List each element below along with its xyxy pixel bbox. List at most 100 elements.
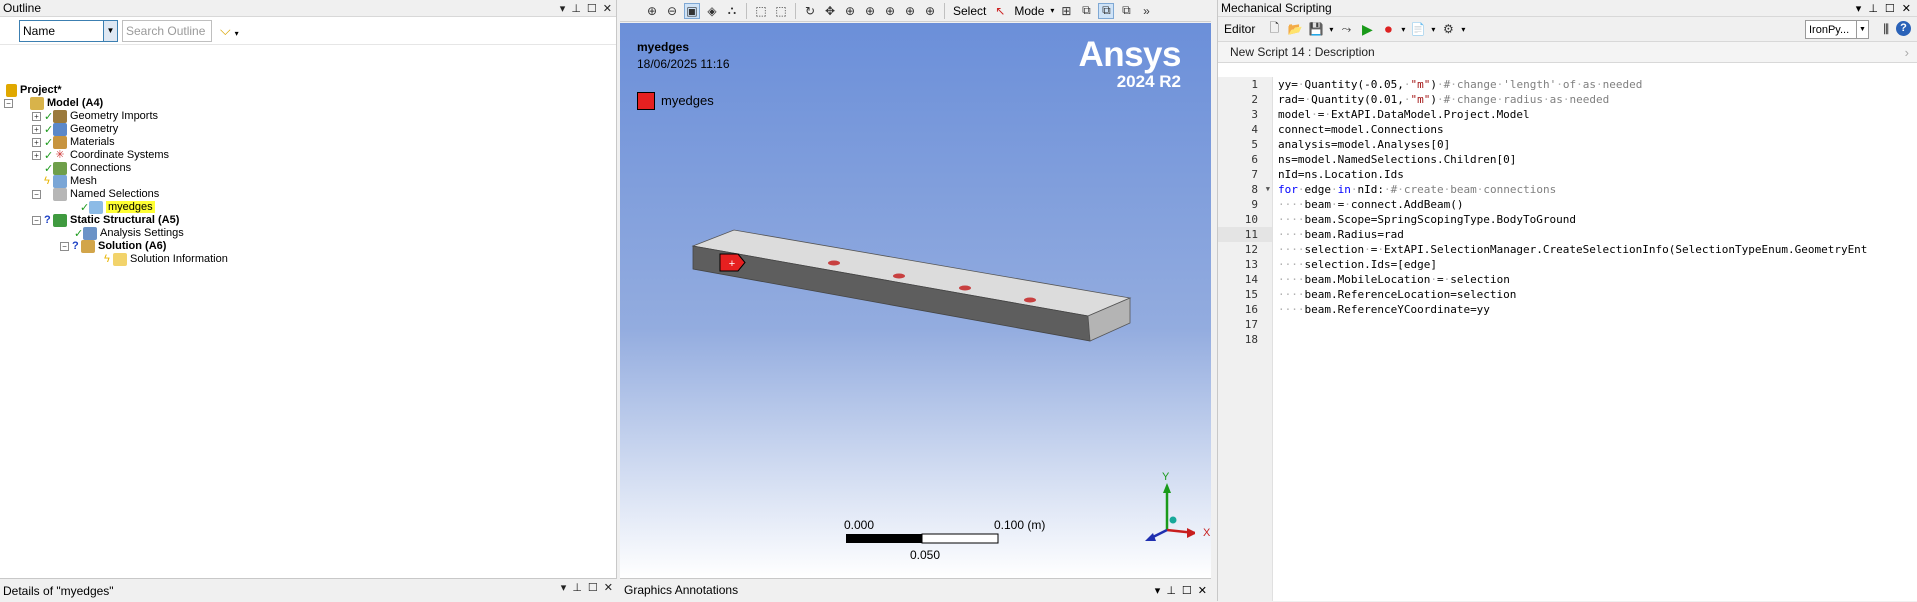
rotate-icon[interactable]: ↻ <box>802 3 818 19</box>
select-body-icon[interactable]: ⧉ <box>1118 3 1134 19</box>
expand-icon[interactable]: + <box>32 150 41 160</box>
zoom-out-icon[interactable]: ⊖ <box>664 3 680 19</box>
close-icon[interactable]: ✕ <box>1198 584 1207 597</box>
run-icon[interactable]: ▶ <box>1359 21 1375 37</box>
zoom-to-fit-icon[interactable]: ⊕ <box>644 3 660 19</box>
tree-item-solution-information[interactable]: ϟ Solution Information <box>104 251 228 267</box>
code-line[interactable]: ····beam·=·connect.AddBeam() <box>1278 197 1917 212</box>
dropdown-icon[interactable]: ▾ <box>560 2 566 15</box>
record-icon[interactable]: ⏺ <box>1380 21 1396 37</box>
chevron-down-icon[interactable]: ▾ <box>1461 25 1465 34</box>
shaded-view-icon[interactable]: ▣ <box>684 2 700 19</box>
maximize-icon[interactable]: ☐ <box>1182 584 1192 597</box>
select-button[interactable]: Select <box>951 4 988 18</box>
name-filter-combo[interactable]: Name ▼ <box>19 19 118 42</box>
run-to-cursor-icon[interactable]: ⤳ <box>1338 21 1354 37</box>
code-line[interactable]: nId=ns.Location.Ids <box>1278 167 1917 182</box>
hole-marker[interactable] <box>828 260 840 266</box>
dropdown-icon[interactable]: ▾ <box>1155 584 1161 597</box>
code-line[interactable]: ····beam.ReferenceLocation=selection <box>1278 287 1917 302</box>
collapse-icon[interactable]: − <box>32 215 41 225</box>
hole-marker[interactable] <box>1024 297 1036 303</box>
column-split-icon[interactable]: ⫼ <box>1883 22 1889 37</box>
expand-icon[interactable]: + <box>32 137 41 147</box>
language-select[interactable]: IronPy... ▼ <box>1805 20 1869 39</box>
code-text[interactable]: yy=·Quantity(-0.05,·"m")·#·change·'lengt… <box>1273 77 1917 601</box>
chevron-down-icon[interactable]: ▾ <box>1050 6 1054 15</box>
pin-icon[interactable]: ⊥ <box>571 2 581 15</box>
pin-icon[interactable]: ⊥ <box>1868 2 1878 15</box>
axis-triad[interactable]: Y X <box>1125 463 1210 556</box>
code-editor[interactable]: 1 2 3 4 5 6 7 8 ▼ 9 10 11 12 13 14 15 16 17 18 yy=·Quantit… <box>1218 77 1917 601</box>
hole-marker[interactable] <box>959 285 971 291</box>
zoom-icon[interactable]: ⊕ <box>842 3 858 19</box>
chevron-down-icon[interactable]: ▾ <box>1329 25 1333 34</box>
code-line[interactable]: ····selection.Ids=[edge] <box>1278 257 1917 272</box>
box-zoom-icon[interactable]: ⬚ <box>773 3 789 19</box>
dropdown-icon[interactable]: ▾ <box>1856 2 1862 15</box>
editor-tab[interactable]: Editor <box>1224 22 1261 36</box>
pin-icon[interactable]: ⊥ <box>572 581 582 594</box>
cursor-icon[interactable]: ↖ <box>992 3 1008 19</box>
zoom-box-icon[interactable]: ⊕ <box>862 3 878 19</box>
code-line[interactable]: ····beam.ReferenceYCoordinate=yy <box>1278 302 1917 317</box>
more-icon[interactable]: » <box>1138 3 1154 19</box>
code-line[interactable]: ····selection·=·ExtAPI.SelectionManager.… <box>1278 242 1917 257</box>
chevron-down-icon[interactable]: ▼ <box>1856 21 1868 38</box>
model-geometry[interactable]: + <box>620 23 1211 578</box>
code-line[interactable]: rad=·Quantity(0.01,·"m")·#·change·radius… <box>1278 92 1917 107</box>
pin-icon[interactable]: ⊥ <box>1166 584 1176 597</box>
debug-icon[interactable]: ⚙ <box>1440 21 1456 37</box>
magnifier-icon[interactable]: ⊕ <box>902 3 918 19</box>
wireframe-icon[interactable]: ◈ <box>704 3 720 19</box>
close-icon[interactable]: ✕ <box>603 2 612 15</box>
collapse-icon[interactable]: − <box>60 241 69 251</box>
script-description-bar[interactable]: New Script 14 : Description › <box>1218 42 1917 63</box>
filter-options-icon[interactable]: ⌵ <box>220 22 231 39</box>
maximize-icon[interactable]: ☐ <box>588 581 598 594</box>
code-line[interactable]: ····beam.MobileLocation·=·selection <box>1278 272 1917 287</box>
close-icon[interactable]: ✕ <box>604 581 613 594</box>
code-line[interactable] <box>1278 317 1917 332</box>
dropdown-icon[interactable]: ▾ <box>561 581 567 594</box>
select-vertex-icon[interactable]: ⊞ <box>1058 3 1074 19</box>
code-line[interactable] <box>1278 332 1917 347</box>
code-line[interactable]: ····beam.Radius=rad <box>1278 227 1917 242</box>
search-outline-input[interactable]: Search Outline <box>122 19 212 42</box>
box-select-icon[interactable]: ⬚ <box>753 3 769 19</box>
maximize-icon[interactable]: ☐ <box>587 2 597 15</box>
code-line[interactable]: ····beam.Scope=SpringScopingType.BodyToG… <box>1278 212 1917 227</box>
expand-icon[interactable]: + <box>32 124 41 134</box>
graphics-viewport[interactable]: myedges 18/06/2025 11:16 myedges Ansys 2… <box>620 23 1211 578</box>
code-line[interactable]: model·=·ExtAPI.DataModel.Project.Model <box>1278 107 1917 122</box>
zoom-fit-icon[interactable]: ⊕ <box>882 3 898 19</box>
collapse-icon[interactable]: − <box>32 189 41 199</box>
maximize-icon[interactable]: ☐ <box>1885 2 1895 15</box>
show-edges-icon[interactable]: ⛬ <box>724 3 740 19</box>
code-line[interactable]: for·edge·in·nId:·#·create·beam·connectio… <box>1278 182 1917 197</box>
code-line[interactable]: analysis=model.Analyses[0] <box>1278 137 1917 152</box>
chevron-down-icon[interactable]: ▾ <box>1401 25 1405 34</box>
snippets-icon[interactable]: 📄 <box>1410 21 1426 37</box>
new-script-icon[interactable]: 🗋 <box>1266 21 1282 37</box>
pan-icon[interactable]: ✥ <box>822 3 838 19</box>
mode-button[interactable]: Mode <box>1012 4 1046 18</box>
chevron-right-icon[interactable]: › <box>1905 45 1909 60</box>
filter-dropdown-icon[interactable]: ▾ <box>235 29 239 38</box>
close-icon[interactable]: ✕ <box>1902 2 1911 15</box>
hole-marker[interactable] <box>893 273 905 279</box>
code-line[interactable]: connect=model.Connections <box>1278 122 1917 137</box>
code-line[interactable]: ns=model.NamedSelections.Children[0] <box>1278 152 1917 167</box>
fold-icon[interactable]: ▼ <box>1266 182 1270 197</box>
zoom-selection-icon[interactable]: ⊕ <box>922 3 938 19</box>
open-script-icon[interactable]: 📂 <box>1287 21 1303 37</box>
chevron-down-icon[interactable]: ▾ <box>1431 25 1435 34</box>
select-edge-icon[interactable]: ⧉ <box>1078 3 1094 19</box>
chevron-down-icon[interactable]: ▼ <box>103 20 117 41</box>
save-icon[interactable]: 💾 <box>1308 21 1324 37</box>
help-icon[interactable]: ? <box>1896 21 1911 36</box>
code-line[interactable]: yy=·Quantity(-0.05,·"m")·#·change·'lengt… <box>1278 77 1917 92</box>
select-face-icon[interactable]: ⧉ <box>1098 2 1115 19</box>
expand-icon[interactable]: + <box>32 111 41 121</box>
collapse-icon[interactable]: − <box>4 98 13 108</box>
